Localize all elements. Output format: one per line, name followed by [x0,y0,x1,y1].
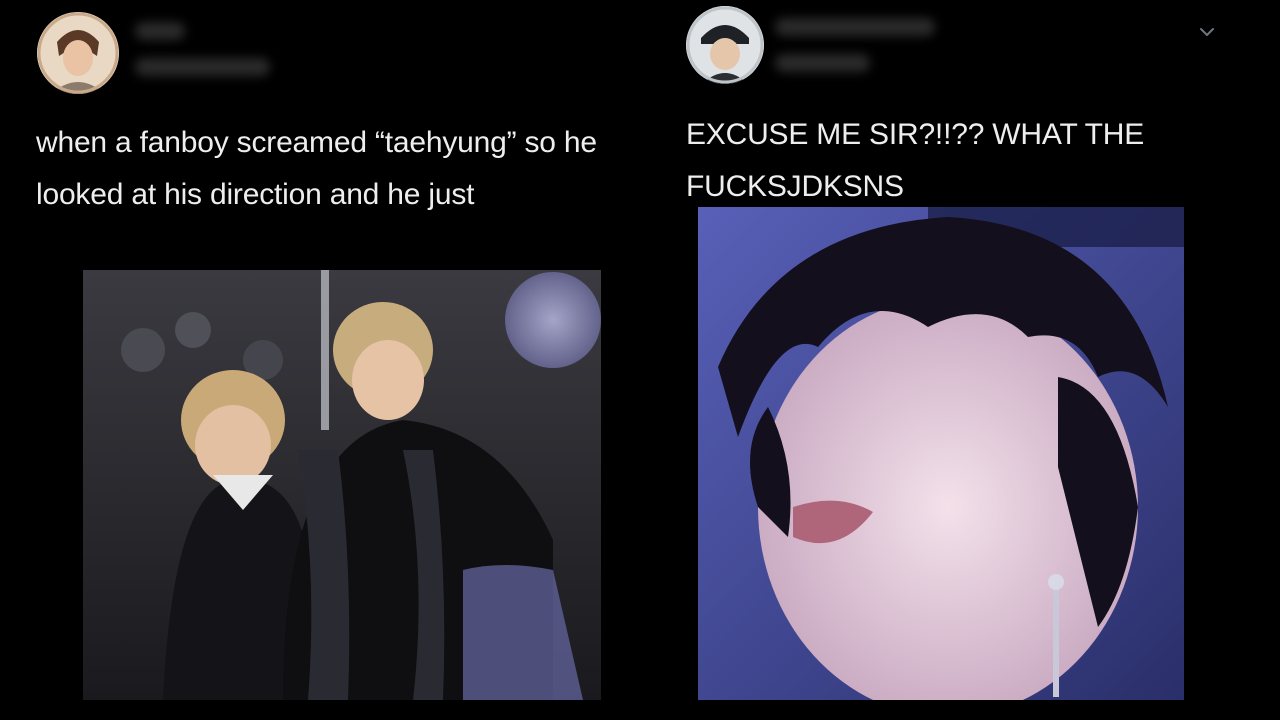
handle-redacted[interactable] [775,54,870,72]
user-avatar-icon[interactable] [37,12,119,94]
tweet-left: when a fanboy screamed “taehyung” so he … [0,0,640,720]
display-name-redacted[interactable] [775,18,935,36]
user-avatar-icon[interactable] [686,6,764,84]
avatar-image [37,12,119,94]
display-name-redacted[interactable] [135,22,185,40]
chevron-down-icon[interactable] [1197,22,1217,42]
avatar-image [686,6,764,84]
tweet-text: when a fanboy screamed “taehyung” so he … [36,126,597,211]
photo-icon [83,270,601,700]
photo-icon [698,207,1184,700]
handle-redacted[interactable] [135,58,270,76]
tweet-text: EXCUSE ME SIR?!!?? WHAT THE FUCKSJDKSNS [686,118,1145,203]
chevron-down-icon-shape [1200,28,1214,36]
tweet-right: EXCUSE ME SIR?!!?? WHAT THE FUCKSJDKSNS [640,0,1280,720]
tweet-photo[interactable] [83,270,601,700]
tweet-photo[interactable] [698,207,1184,700]
